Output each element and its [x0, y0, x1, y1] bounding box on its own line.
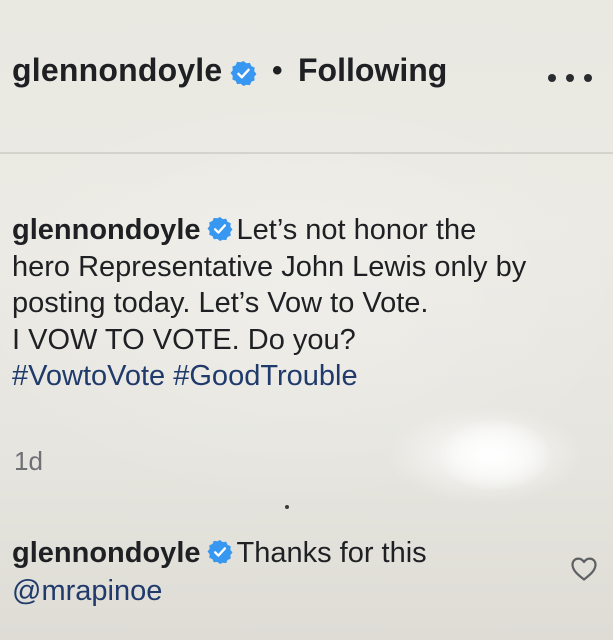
post-header: glennondoyle • Following [0, 0, 613, 155]
hashtag-goodtrouble[interactable]: #GoodTrouble [173, 360, 357, 392]
comment-text: Thanks for this [236, 537, 427, 569]
verified-badge-icon [207, 216, 232, 242]
separator-dot: • [272, 54, 283, 87]
post-caption: glennondoyle Let’s not honor the hero Re… [12, 212, 602, 395]
header-divider [0, 152, 613, 154]
screen-glare [440, 420, 550, 490]
caption-text-1: Let’s not honor the [236, 214, 477, 246]
comment: glennondoyle Thanks for this @mrapinoe [12, 534, 552, 610]
comment-username[interactable]: glennondoyle [12, 537, 201, 569]
screen-speck [285, 505, 289, 509]
more-dot [548, 74, 556, 82]
mention-mrapinoe[interactable]: @mrapinoe [12, 575, 162, 607]
caption-line-3: posting today. Let’s Vow to Vote. [12, 287, 429, 319]
more-options-icon[interactable] [548, 66, 592, 90]
caption-line-4: I VOW TO VOTE. Do you? [12, 323, 356, 356]
post-timestamp[interactable]: 1d [14, 446, 43, 477]
following-button[interactable]: Following [298, 52, 447, 89]
more-dot [566, 74, 574, 82]
comment-line-2: @mrapinoe [12, 572, 552, 610]
caption-hashtags: #VowtoVote #GoodTrouble [12, 358, 602, 395]
verified-badge-icon [207, 539, 232, 565]
comment-line-1: glennondoyle Thanks for this [12, 534, 552, 572]
hashtag-vowtovote[interactable]: #VowtoVote [12, 360, 165, 392]
caption-username[interactable]: glennondoyle [12, 214, 201, 246]
caption-line-1: glennondoyle Let’s not honor the [12, 212, 602, 249]
heart-outline-icon[interactable] [570, 556, 598, 582]
caption-line-2: hero Representative John Lewis only by [12, 250, 527, 283]
header-username[interactable]: glennondoyle [12, 52, 222, 89]
more-dot [584, 74, 592, 82]
verified-badge-icon [230, 61, 257, 86]
